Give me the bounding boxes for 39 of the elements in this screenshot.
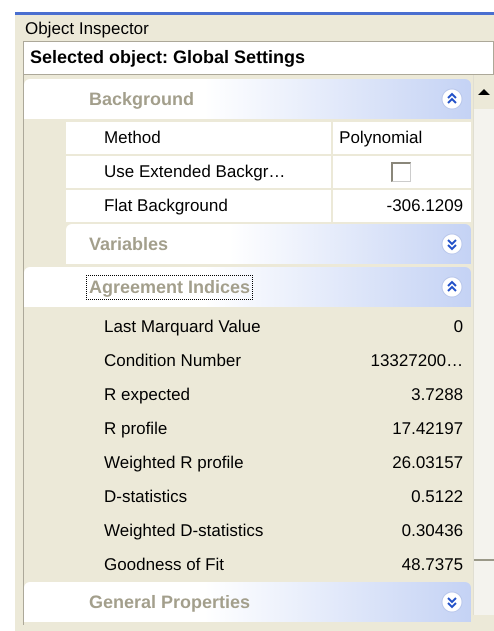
group-title: Variables	[88, 232, 170, 256]
property-value: 48.7375	[400, 554, 464, 576]
property-value: -306.1209	[331, 190, 472, 222]
property-value: 0	[452, 316, 464, 338]
property-value: 0.30436	[400, 520, 464, 542]
group-title: Agreement Indices	[86, 274, 254, 300]
collapse-icon[interactable]	[441, 276, 464, 298]
checkbox[interactable]	[391, 162, 412, 182]
property-label: R profile	[103, 419, 168, 439]
property-label: Last Marquard Value	[103, 317, 262, 337]
property-value: 3.7288	[410, 384, 464, 406]
property-label: Weighted D-statistics	[103, 521, 264, 541]
property-value: 0.5122	[410, 486, 464, 508]
property-label: Flat Background	[103, 196, 229, 216]
group-header[interactable]: Background	[24, 79, 472, 119]
property-label: R expected	[103, 385, 191, 405]
property-label: D-statistics	[103, 487, 188, 507]
expand-icon[interactable]	[441, 233, 464, 255]
group-header[interactable]: Variables	[66, 224, 472, 264]
expand-icon[interactable]	[441, 591, 464, 613]
group-title: General Properties	[88, 590, 252, 614]
scrollbar[interactable]	[473, 75, 494, 615]
property-label: Goodness of Fit	[103, 555, 226, 575]
property-value: Polynomial	[331, 122, 472, 154]
scroll-up-button[interactable]	[474, 75, 494, 109]
property-value: 26.03157	[391, 452, 464, 474]
selected-object-label: Selected object: Global Settings	[23, 41, 494, 75]
group-header[interactable]: Agreement Indices	[24, 267, 472, 307]
property-value: 17.42197	[391, 418, 464, 440]
window-title: Object Inspector	[24, 18, 150, 40]
property-label: Condition Number	[103, 351, 242, 371]
group-header[interactable]: General Properties	[24, 582, 472, 622]
collapse-icon[interactable]	[441, 88, 464, 110]
property-value: 13327200…	[369, 350, 464, 372]
property-label: Weighted R profile	[103, 453, 245, 473]
property-label: Method	[103, 128, 162, 148]
group-title: Background	[88, 88, 196, 111]
property-label: Use Extended Backgr…	[103, 162, 286, 182]
up-arrow-icon	[478, 88, 490, 96]
